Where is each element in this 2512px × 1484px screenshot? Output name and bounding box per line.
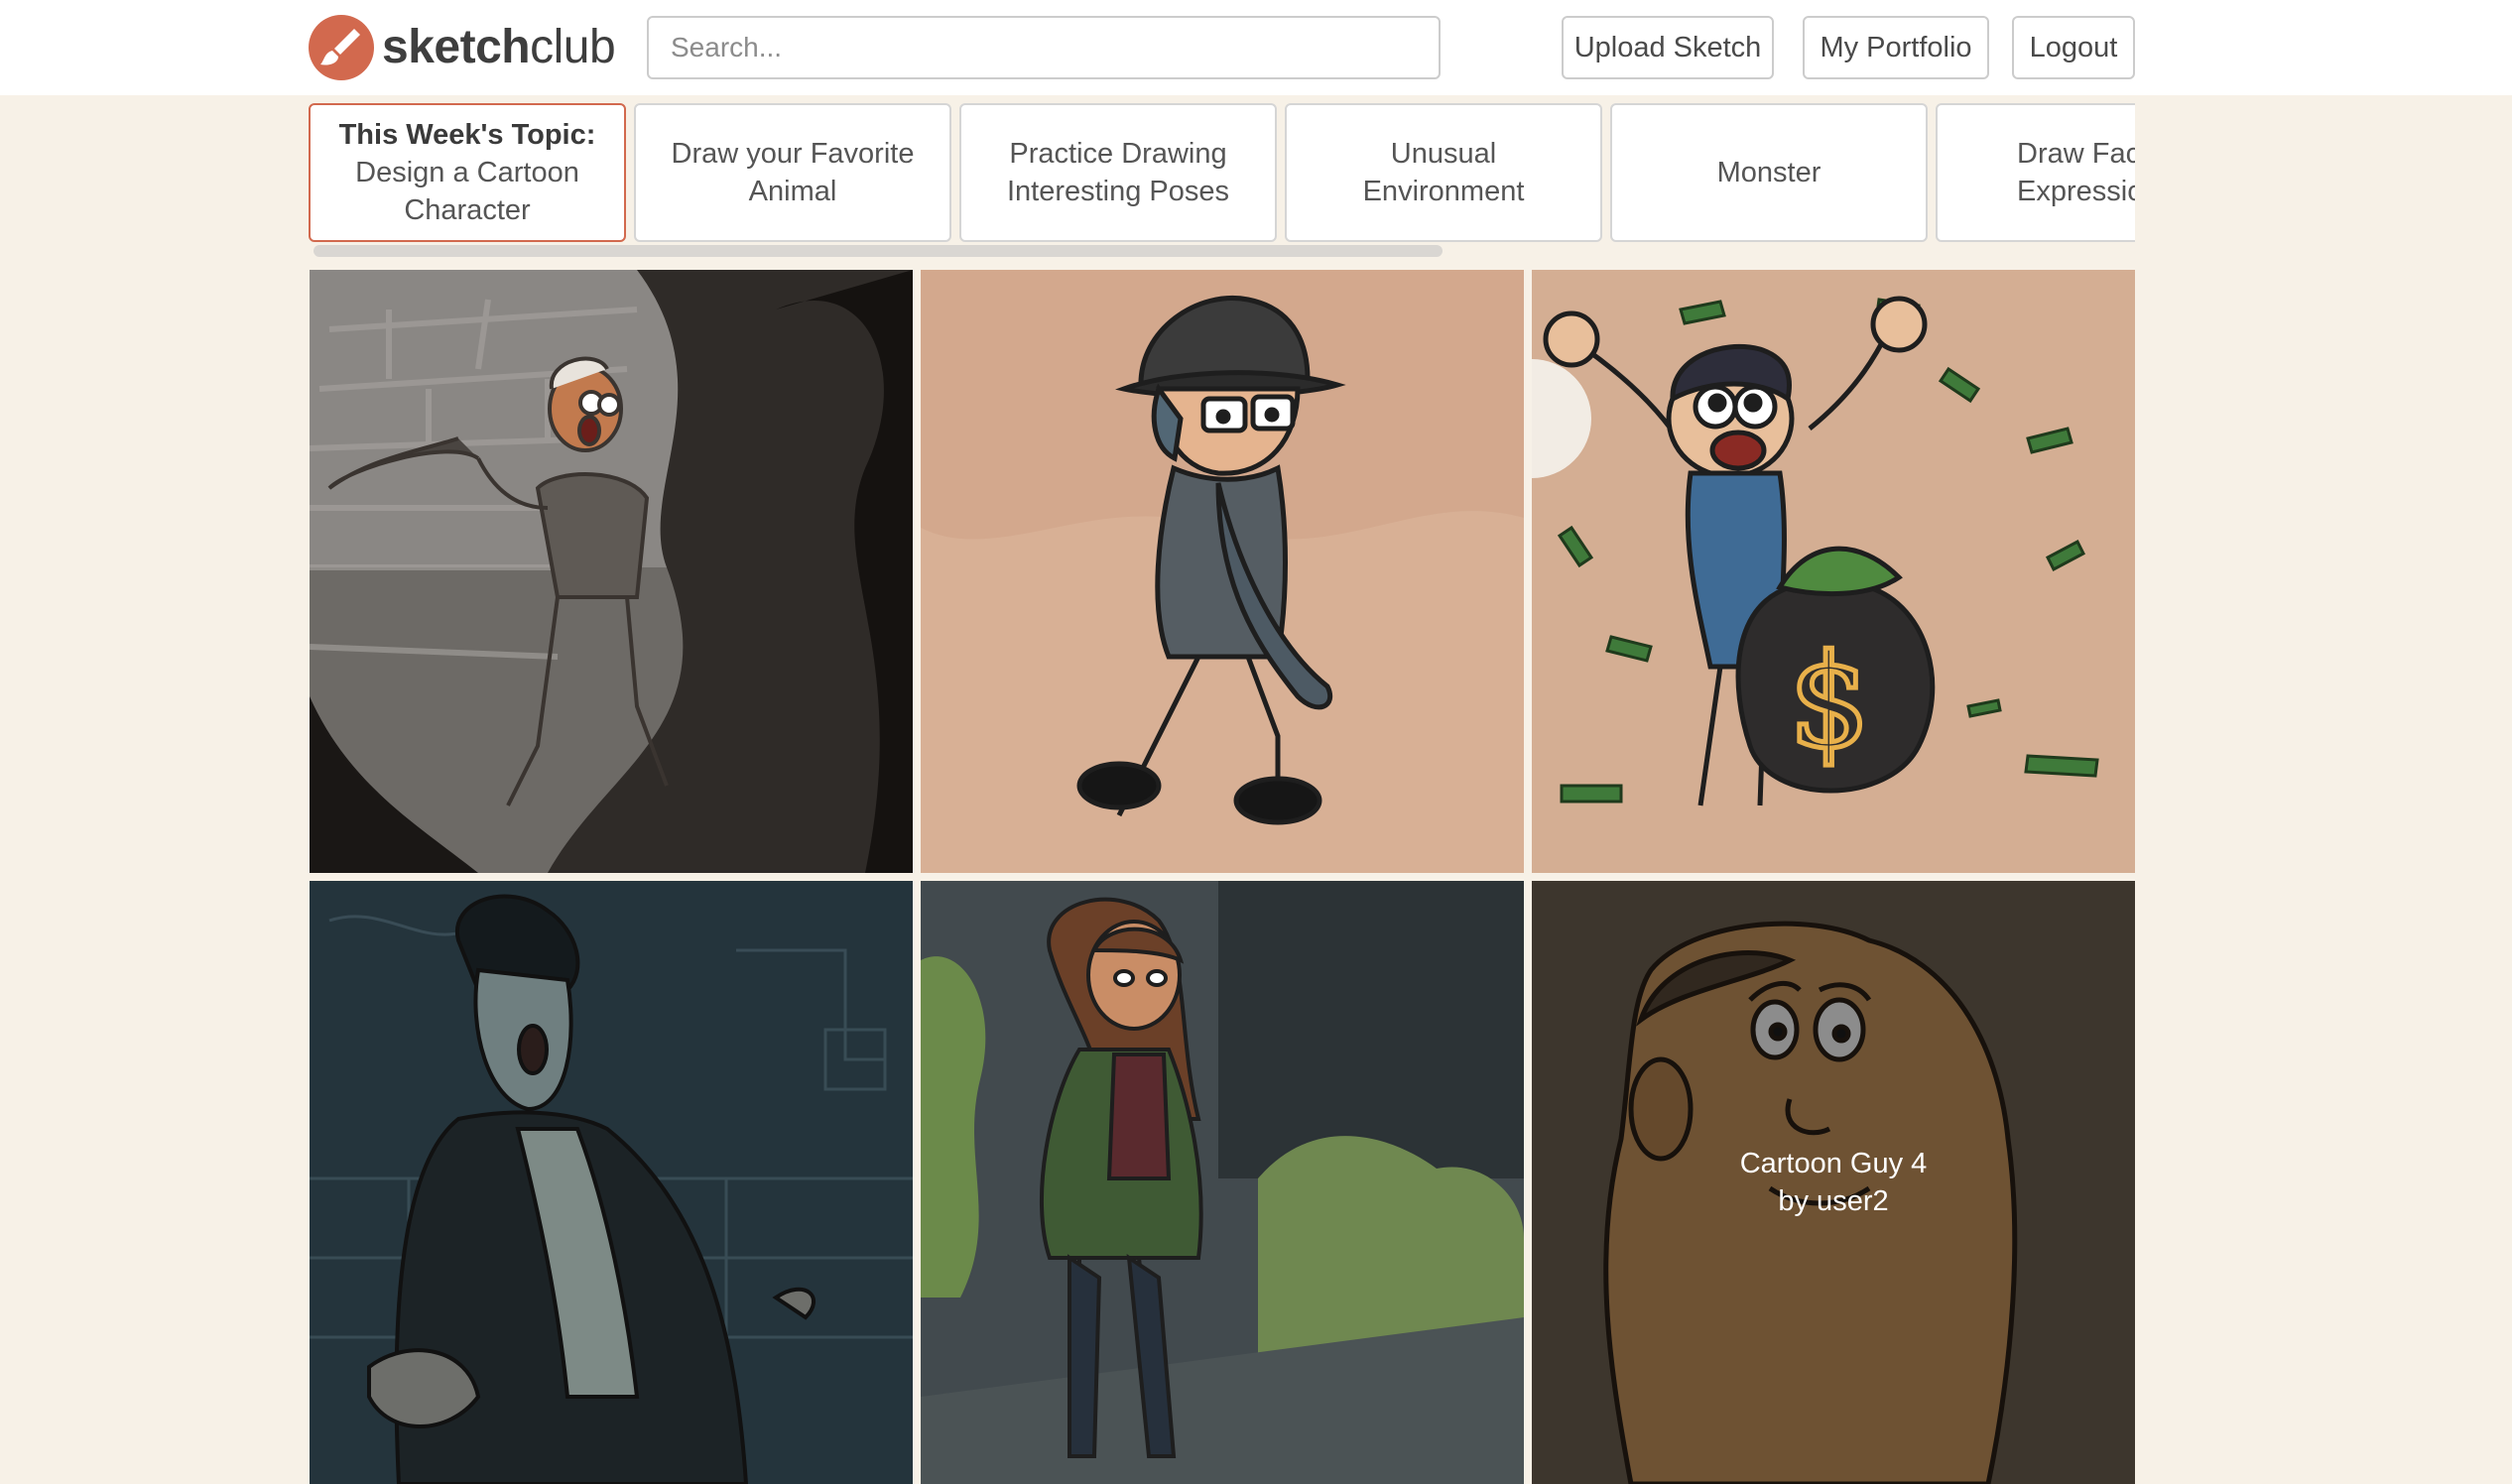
topic-label: Practice Drawing <box>1009 138 1227 170</box>
sketch-thumbnail[interactable]: $ <box>1532 270 2135 873</box>
sketch-hover-overlay: Cartoon Guy 4 by user2 <box>1532 881 2135 1484</box>
my-portfolio-button[interactable]: My Portfolio <box>1803 16 1989 79</box>
sketch-thumbnail[interactable] <box>921 270 1524 873</box>
topic-label: Design a Cartoon <box>355 157 579 188</box>
sketch-author: by user2 <box>1778 1185 1889 1217</box>
sketch-thumbnail-hovered[interactable]: Cartoon Guy 4 by user2 <box>1532 881 2135 1484</box>
sketch-image: $ <box>1532 270 2135 873</box>
topic-carousel: This Week's Topic: Design a Cartoon Char… <box>309 103 2135 242</box>
topic-card[interactable]: Draw Fac Expressic <box>1936 103 2135 242</box>
search-input[interactable] <box>647 16 1441 79</box>
sketch-thumbnail[interactable] <box>310 881 913 1484</box>
top-nav: sketchclub Upload Sketch My Portfolio Lo… <box>0 0 2512 95</box>
topic-label: Character <box>404 194 531 226</box>
topic-label: Draw your Favorite <box>671 138 915 170</box>
topic-heading: This Week's Topic: <box>338 119 596 151</box>
topic-card[interactable]: Unusual Environment <box>1285 103 1602 242</box>
sketch-image <box>310 270 913 873</box>
sketch-thumbnail[interactable] <box>921 881 1524 1484</box>
topic-label: Animal <box>748 176 837 207</box>
topic-scrollbar[interactable] <box>314 245 1443 257</box>
svg-text:$: $ <box>1789 626 1871 777</box>
sketch-image <box>921 270 1524 873</box>
topic-card-current[interactable]: This Week's Topic: Design a Cartoon Char… <box>309 103 626 242</box>
sketch-image <box>921 881 1524 1484</box>
sketch-thumbnail[interactable] <box>310 270 913 873</box>
logout-button[interactable]: Logout <box>2012 16 2135 79</box>
sketch-image <box>310 881 913 1484</box>
topic-label: Unusual <box>1390 138 1497 170</box>
upload-sketch-button[interactable]: Upload Sketch <box>1562 16 1774 79</box>
topic-label: Monster <box>1716 157 1821 188</box>
topic-label: Interesting Poses <box>1006 176 1230 207</box>
topic-card[interactable]: Practice Drawing Interesting Poses <box>959 103 1277 242</box>
logo-text: sketchclub <box>382 21 616 73</box>
paintbrush-logo-icon <box>309 15 374 80</box>
topic-card[interactable]: Monster <box>1610 103 1928 242</box>
topic-label: Expressic <box>2017 176 2135 207</box>
topic-label: Environment <box>1362 176 1525 207</box>
topic-card[interactable]: Draw your Favorite Animal <box>634 103 951 242</box>
topic-label: Draw Fac <box>2017 138 2135 170</box>
sketch-title: Cartoon Guy 4 <box>1739 1148 1928 1179</box>
logo[interactable]: sketchclub <box>309 15 616 80</box>
